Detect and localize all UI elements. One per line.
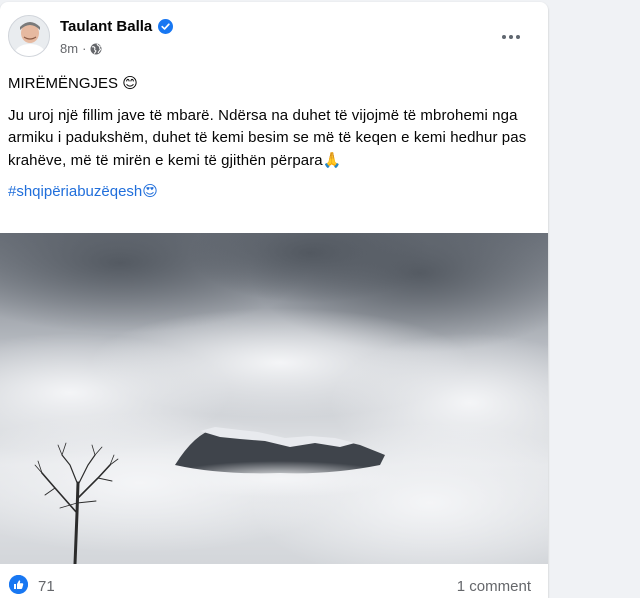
- post-card: Taulant Balla 8m · MIRËMËNGJES 😊 Ju uroj…: [0, 2, 548, 598]
- post-photo[interactable]: [0, 233, 548, 564]
- like-reaction-icon[interactable]: [9, 575, 28, 594]
- post-hashtag[interactable]: #shqipëriabuzëqesh😍: [8, 180, 538, 203]
- verified-badge-icon: [158, 19, 174, 34]
- smile-emoji-icon: 😊: [122, 74, 138, 92]
- post-text: MIRËMËNGJES 😊 Ju uroj një fillim jave të…: [8, 72, 538, 203]
- post-body: Ju uroj një fillim jave të mbarë. Ndërsa…: [8, 105, 538, 172]
- hashtag-link[interactable]: #shqipëriabuzëqesh: [8, 183, 142, 200]
- author-name[interactable]: Taulant Balla: [60, 18, 152, 35]
- greeting-text: MIRËMËNGJES: [8, 75, 119, 92]
- like-count[interactable]: 71: [38, 578, 55, 595]
- meta-separator: ·: [82, 41, 87, 56]
- comment-count-link[interactable]: 1 comment: [457, 578, 531, 595]
- author-name-row: Taulant Balla: [60, 18, 174, 35]
- more-options-icon[interactable]: [496, 24, 526, 50]
- post-meta: 8m ·: [60, 41, 102, 56]
- pray-emoji-icon: 🙏: [322, 151, 342, 169]
- post-footer: 71 1 comment: [0, 564, 548, 598]
- post-greeting: MIRËMËNGJES 😊: [8, 72, 538, 95]
- body-text: Ju uroj një fillim jave të mbarë. Ndërsa…: [8, 107, 527, 169]
- author-avatar[interactable]: [8, 15, 50, 57]
- globe-icon: [90, 43, 102, 55]
- post-timestamp[interactable]: 8m: [60, 41, 78, 56]
- post-header: Taulant Balla 8m ·: [0, 2, 548, 62]
- heart-eyes-emoji-icon: 😍: [142, 182, 158, 200]
